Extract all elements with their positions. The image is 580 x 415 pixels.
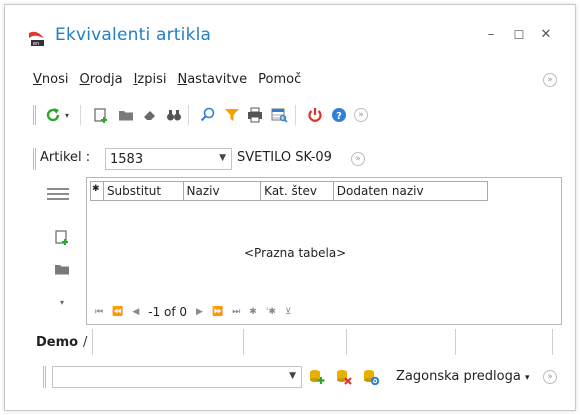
menu-label: nosi [41,72,69,87]
menu-bar: Vnosi Orodja Izpisi Nastavitve Pomoč [33,72,301,90]
title-bar: en Ekvivalenti artikla – ☐ ✕ [5,5,575,61]
data-grid[interactable]: ✱ Substitut Naziv Kat. štev Dodaten nazi… [86,177,562,325]
artikel-row: Artikel : 1583 ▼ SVETILO SK-09 » [30,148,530,170]
filter-icon[interactable] [223,106,241,124]
template-label-text: Zagonska predloga [396,369,521,384]
chevron-more-icon[interactable]: » [354,108,368,122]
toolbar-grip [33,105,36,125]
close-button[interactable]: ✕ [538,27,554,43]
nav-first-icon[interactable]: ⏮ [95,307,103,317]
row-marker-header: ✱ [91,182,104,200]
help-icon[interactable]: ? [330,106,348,124]
svg-text:?: ? [336,111,342,122]
column-header-kat-stev[interactable]: Kat. štev [261,182,334,200]
menu-pomoc[interactable]: Pomoč [258,72,301,90]
bottom-grip [43,366,46,388]
tab-demo[interactable]: Demo [36,335,78,350]
nav-prev-page-icon[interactable]: ⏪ [112,307,123,317]
nav-last-icon[interactable]: ⏭ [232,307,240,317]
menu-vnosi[interactable]: Vnosi [33,72,68,90]
artikel-combo[interactable]: 1583 ▼ [105,148,232,170]
artikel-more-icon[interactable]: » [351,152,365,166]
grid-header: ✱ Substitut Naziv Kat. štev Dodaten nazi… [90,181,488,201]
grid-navigator: ⏮ ⏪ ◀ -1 of 0 ▶ ⏩ ⏭ ✱ '✱ ⊻ [95,305,291,319]
nav-next-page-icon[interactable]: ⏩ [212,307,223,317]
nav-next-icon[interactable]: ▶ [196,307,203,317]
new-document-icon[interactable] [92,106,110,124]
nav-insert-icon[interactable]: ✱ [249,307,257,317]
toolbar-separator [80,105,81,125]
database-settings-icon[interactable] [361,367,381,387]
add-row-icon[interactable] [53,229,71,247]
folder-icon[interactable] [117,106,135,124]
column-header-substitut[interactable]: Substitut [104,182,184,200]
nav-append-icon[interactable]: '✱ [266,307,276,317]
artikel-value: 1583 [110,152,144,167]
tab-divider [455,329,456,355]
database-delete-icon[interactable] [334,367,354,387]
folder-icon[interactable] [53,260,71,278]
nav-page-text: -1 of 0 [148,305,188,319]
main-window: en Ekvivalenti artikla – ☐ ✕ Vnosi Orodj… [4,4,576,411]
menu-label: Pomoč [258,72,302,87]
nav-prev-icon[interactable]: ◀ [132,307,139,317]
artikel-label: Artikel : [40,150,91,165]
menu-accel: V [33,72,42,87]
tab-separator: / [83,335,88,350]
column-header-dodaten-naziv[interactable]: Dodaten naziv [334,182,487,200]
toolbar-separator [188,105,189,125]
tab-divider [243,329,244,355]
maximize-button[interactable]: ☐ [511,27,527,43]
menu-label: rodja [89,72,123,87]
menu-orodja[interactable]: Orodja [79,72,122,90]
binoculars-icon[interactable] [165,106,183,124]
empty-table-message: <Prazna tabela> [244,246,347,260]
toolbar-separator [295,105,296,125]
menu-lines-icon[interactable] [46,185,70,203]
template-label[interactable]: Zagonska predloga ▾ [396,369,530,384]
nav-filter-icon[interactable]: ⊻ [285,307,292,317]
window-title: Ekvivalenti artikla [55,25,212,45]
refresh-dropdown-icon[interactable]: ▾ [62,106,72,124]
tab-divider [92,329,93,355]
svg-text:en: en [33,41,39,47]
chevron-down-icon: ▾ [524,373,530,383]
chevron-down-icon[interactable]: ▼ [219,153,226,163]
tab-divider [552,329,553,355]
table-search-icon[interactable] [270,106,288,124]
artikel-grip [33,148,36,170]
toolbar: ▾ ? » [30,104,430,126]
menu-label: astavitve [187,72,248,87]
chevron-down-icon[interactable]: ▼ [289,371,296,381]
bottom-more-icon[interactable]: » [543,370,557,384]
app-logo-icon: en [29,31,44,47]
database-add-icon[interactable] [307,367,327,387]
menu-label: zpisi [137,72,167,87]
print-icon[interactable] [246,106,264,124]
eraser-icon[interactable] [141,106,159,124]
search-icon[interactable] [199,106,217,124]
menu-accel: O [79,72,90,87]
artikel-description: SVETILO SK-09 [237,150,332,165]
power-icon[interactable] [306,106,324,124]
template-combo[interactable]: ▼ [52,366,302,388]
menu-accel: N [177,72,188,87]
column-header-naziv[interactable]: Naziv [184,182,262,200]
menu-izpisi[interactable]: Izpisi [134,72,167,90]
refresh-icon[interactable] [44,106,62,124]
menu-nastavitve[interactable]: Nastavitve [177,72,247,90]
chevron-down-icon[interactable]: ▾ [53,296,71,308]
tab-divider [346,329,347,355]
minimize-button[interactable]: – [483,27,499,43]
menu-more-icon[interactable]: » [543,73,557,87]
